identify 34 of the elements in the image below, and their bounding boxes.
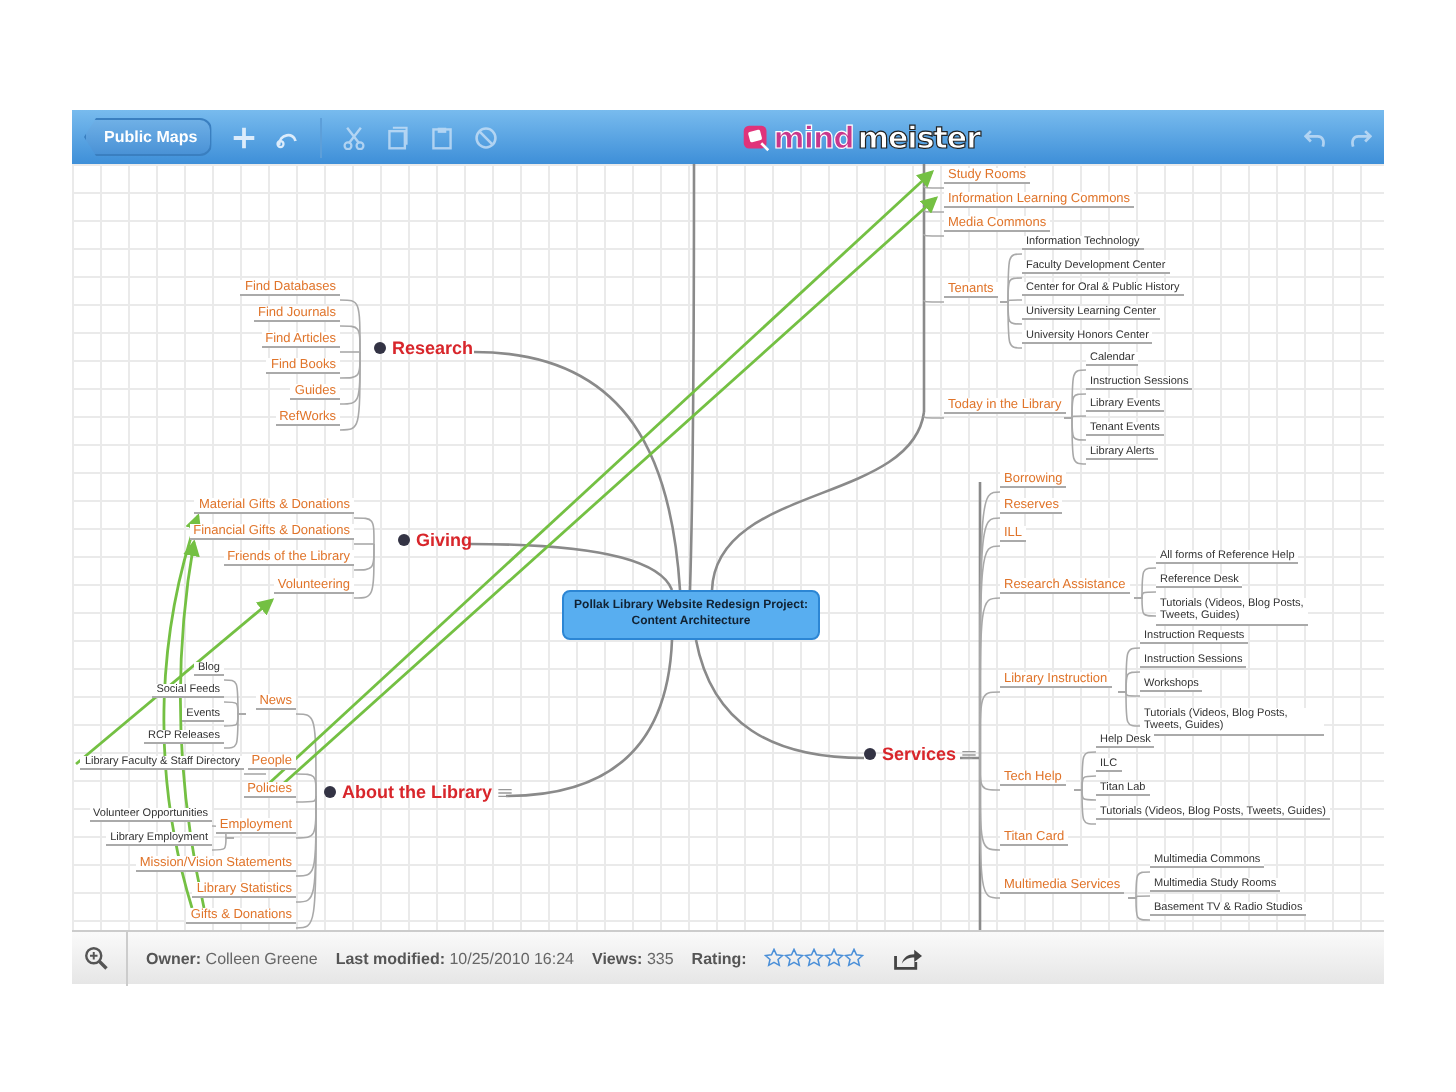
logo-text: mind [773, 119, 854, 155]
paste-icon[interactable] [429, 125, 454, 149]
delete-icon[interactable] [473, 125, 498, 149]
note-icon[interactable] [962, 749, 977, 759]
cut-icon[interactable] [341, 125, 366, 149]
views-text: Views: 335 [592, 949, 674, 967]
owner-text: Owner: Colleen Greene [146, 949, 318, 967]
back-button[interactable]: Public Maps [84, 118, 212, 156]
branch-topic[interactable]: About the Library [342, 782, 493, 802]
branch-topic[interactable]: Giving [416, 530, 473, 550]
star-icon[interactable] [784, 948, 805, 968]
add-icon[interactable] [231, 125, 256, 149]
branch-topic[interactable]: Services [882, 744, 957, 764]
zoom-in-icon[interactable] [84, 946, 108, 970]
logo-text: meister [857, 119, 980, 155]
share-icon[interactable] [894, 947, 923, 969]
undo-icon[interactable] [1304, 125, 1328, 149]
redo-icon[interactable] [1348, 125, 1372, 149]
logo-icon [741, 123, 770, 151]
star-rating[interactable] [764, 948, 865, 968]
modified-text: Last modified: 10/25/2010 16:24 [335, 949, 575, 967]
branch-topic[interactable]: Research [392, 338, 474, 358]
collapse-bullet-icon[interactable] [324, 786, 336, 798]
collapse-bullet-icon[interactable] [864, 748, 876, 760]
note-icon[interactable] [498, 787, 513, 797]
star-icon[interactable] [804, 948, 825, 968]
rating-label: Rating: [691, 949, 747, 967]
collapse-bullet-icon[interactable] [398, 534, 410, 546]
star-icon[interactable] [764, 948, 785, 968]
star-icon[interactable] [824, 948, 845, 968]
star-icon[interactable] [844, 948, 865, 968]
branch-connector [243, 773, 267, 775]
collapse-bullet-icon[interactable] [374, 342, 386, 354]
copy-icon[interactable] [385, 125, 410, 149]
